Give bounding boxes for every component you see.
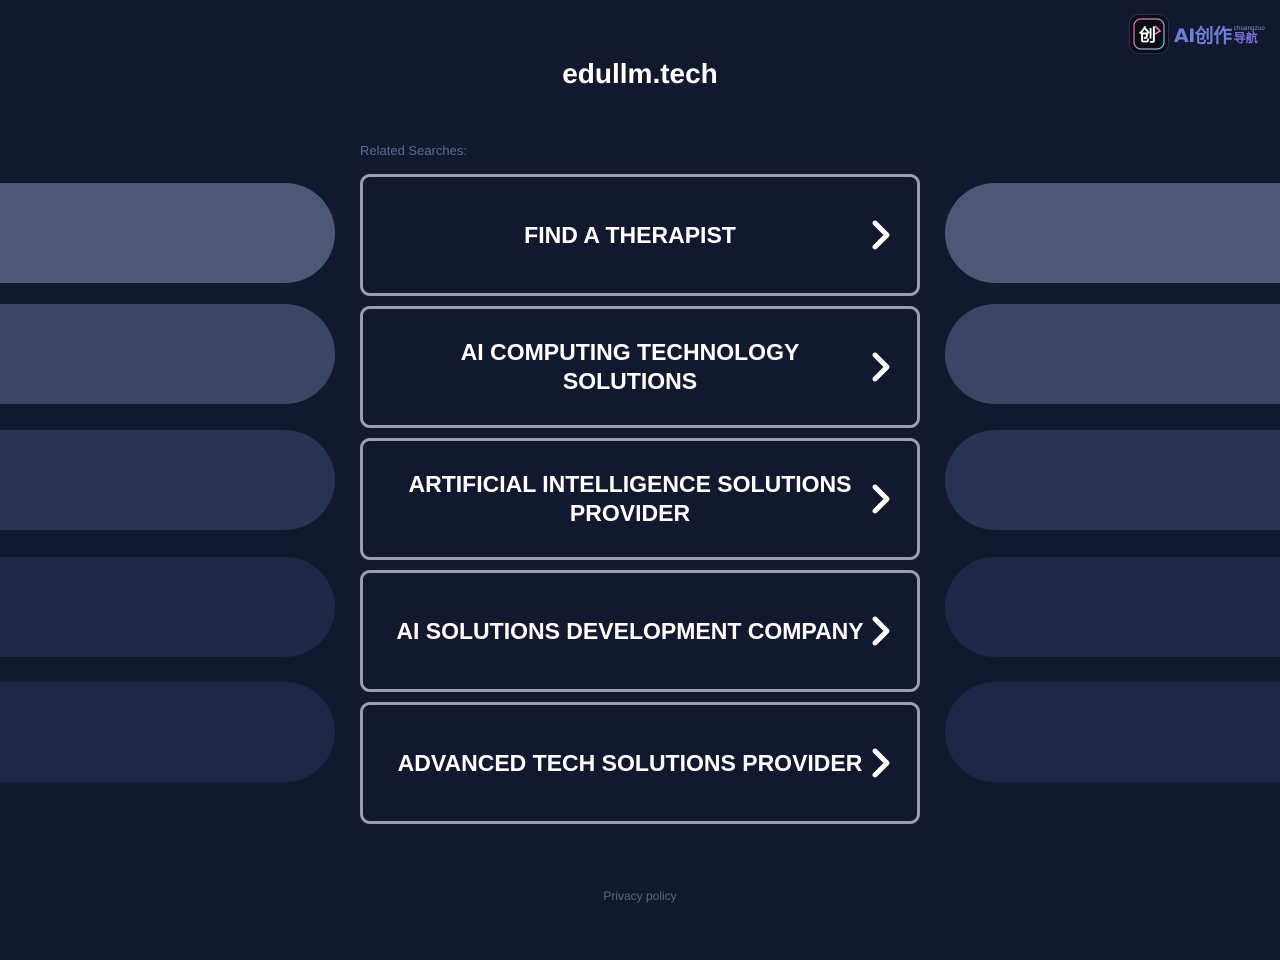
decorative-pill-right-3 [945,430,1280,530]
privacy-policy-link[interactable]: Privacy policy [603,889,676,903]
decorative-pill-left-5 [0,682,335,782]
chevron-right-icon [872,616,890,646]
logo-main-text: AI创作 [1174,24,1232,47]
related-search-link-advanced-tech-solutions-provider[interactable]: ADVANCED TECH SOLUTIONS PROVIDER [360,702,920,824]
chevron-right-icon [872,352,890,382]
related-search-label: FIND A THERAPIST [524,221,736,248]
parked-domain-page: 创 AI创作 chuangzuo 导航 edullm.tech Related … [0,0,1280,960]
decorative-pill-left-2 [0,304,335,404]
chevron-right-icon [872,484,890,514]
related-search-label: AI SOLUTIONS DEVELOPMENT COMPANY [396,617,864,644]
decorative-pill-right-1 [945,183,1280,283]
decorative-pill-right-2 [945,304,1280,404]
related-search-label: AI COMPUTING TECHNOLOGY SOLUTIONS [460,339,800,394]
chevron-right-icon [872,220,890,250]
chuang-logo-icon: 创 [1130,15,1168,53]
related-search-link-artificial-intelligence-solutions-provider[interactable]: ARTIFICIAL INTELLIGENCE SOLUTIONS PROVID… [360,438,920,560]
logo-glyph: 创 [1138,25,1156,46]
logo-side-text: chuangzuo 导航 [1234,26,1265,44]
footer: Privacy policy [0,887,1280,905]
related-search-link-ai-solutions-development-company[interactable]: AI SOLUTIONS DEVELOPMENT COMPANY [360,570,920,692]
decorative-pill-left-3 [0,430,335,530]
logo-wordmark: AI创作 chuangzuo 导航 [1174,21,1265,48]
decorative-pill-right-5 [945,682,1280,782]
related-search-link-find-a-therapist[interactable]: FIND A THERAPIST [360,174,920,296]
decorative-pill-left-1 [0,183,335,283]
site-title: edullm.tech [562,58,718,89]
brand-logo[interactable]: 创 AI创作 chuangzuo 导航 [1130,15,1265,53]
related-search-label: ARTIFICIAL INTELLIGENCE SOLUTIONS PROVID… [408,471,852,526]
related-searches-label: Related Searches: [360,143,467,158]
chevron-right-icon [872,748,890,778]
decorative-pill-left-4 [0,557,335,657]
decorative-pill-right-4 [945,557,1280,657]
related-search-label: ADVANCED TECH SOLUTIONS PROVIDER [397,749,863,776]
logo-sub-text: 导航 [1233,31,1258,45]
related-search-link-ai-computing-technology-solutions[interactable]: AI COMPUTING TECHNOLOGY SOLUTIONS [360,306,920,428]
